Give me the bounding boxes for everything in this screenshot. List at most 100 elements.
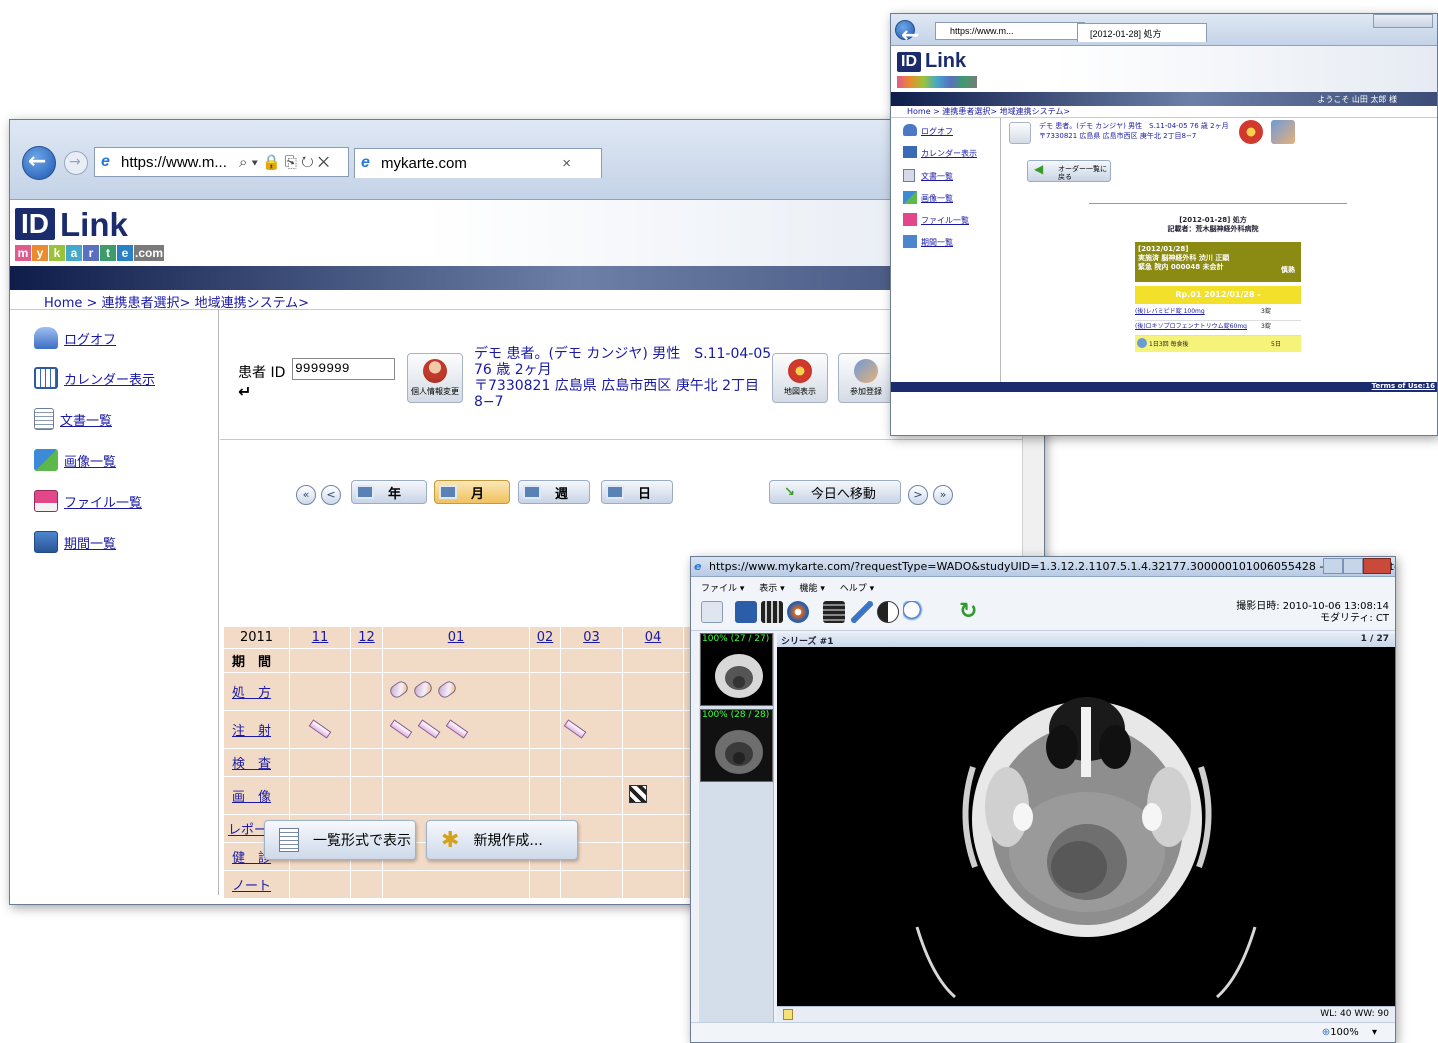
address-bar[interactable]: e https://www.m... ⌕ ▾ 🔒 ⎘ ↻ ✕: [94, 147, 349, 177]
calendar-icon: [606, 485, 624, 499]
injection-icon[interactable]: [445, 719, 469, 739]
calendar-icon: [34, 367, 58, 389]
sidebar-item-images[interactable]: 画像一覧: [921, 193, 953, 204]
month-link[interactable]: 01: [448, 630, 465, 645]
join-register-button[interactable]: 参加登録: [838, 353, 894, 403]
new-create-button[interactable]: ✱ 新規作成...: [426, 820, 578, 860]
window-controls[interactable]: [1373, 14, 1433, 28]
ct-thumbnail-image: [715, 730, 763, 774]
zoom-control[interactable]: ⊕100% ▾: [1322, 1027, 1377, 1038]
sidebar-item-period[interactable]: 期間一覧: [921, 237, 953, 248]
sidebar: ログオフ カレンダー表示 文書一覧 画像一覧 ファイル一覧 期間一覧: [10, 310, 219, 895]
patient-info[interactable]: デモ 患者。(デモ カンジヤ) 男性 S.11-04-05 76 歳 2ヶ月 〒…: [1039, 121, 1229, 141]
month-link[interactable]: 04: [645, 630, 662, 645]
injection-icon[interactable]: [417, 719, 441, 739]
usage-icon: [1137, 338, 1147, 348]
calendar-icon: [523, 485, 541, 499]
image-record-icon[interactable]: [629, 784, 647, 803]
refresh-icon[interactable]: ↻: [959, 601, 981, 623]
close-icon[interactable]: [1363, 558, 1391, 574]
view-day-button[interactable]: 日: [601, 480, 673, 504]
grid-icon[interactable]: [761, 601, 783, 623]
browser-tab[interactable]: e mykarte.com ×: [354, 148, 602, 178]
minimize-icon[interactable]: [1323, 558, 1344, 574]
prescription-icon[interactable]: [435, 679, 459, 700]
menu-file[interactable]: ファイル ▾: [701, 584, 744, 594]
pan-icon[interactable]: [787, 601, 809, 623]
series-thumbnail[interactable]: 100% (28 / 28): [700, 709, 773, 782]
address-tools-icon[interactable]: ⌕ ▾ 🔒 ⎘ ↻ ✕: [239, 154, 329, 171]
menu-help[interactable]: ヘルプ ▾: [840, 584, 874, 594]
next-page-icon[interactable]: >: [908, 485, 928, 505]
sidebar-item-documents[interactable]: 文書一覧: [34, 407, 112, 431]
address-bar[interactable]: https://www.m...: [935, 22, 1085, 40]
sidebar-item-period[interactable]: 期間一覧: [34, 530, 116, 554]
patient-id-input[interactable]: 9999999: [292, 358, 395, 380]
view-month-button[interactable]: 月: [434, 480, 510, 504]
menu-bar: ファイル ▾ 表示 ▾ 機能 ▾ ヘルプ ▾: [691, 577, 1395, 595]
floppy-icon: [903, 213, 917, 226]
forward-button[interactable]: [64, 151, 88, 175]
sidebar-item-logoff[interactable]: ログオフ: [34, 326, 116, 350]
sidebar-item-images[interactable]: 画像一覧: [34, 448, 116, 472]
breadcrumb[interactable]: Home > 連携患者選択> 地域連携システム>: [10, 290, 1044, 311]
view-year-button[interactable]: 年: [351, 480, 427, 504]
sidebar-item-files[interactable]: ファイル一覧: [921, 215, 969, 226]
change-personal-info-button[interactable]: [1009, 122, 1031, 144]
series-thumbnail[interactable]: 100% (27 / 27): [700, 633, 773, 706]
enter-icon[interactable]: ↵: [238, 382, 251, 401]
prescription-icon[interactable]: [411, 679, 435, 700]
note-icon[interactable]: [783, 1009, 793, 1020]
lock-icon: [903, 124, 917, 136]
back-button[interactable]: [22, 146, 56, 180]
browser-tab[interactable]: [2012-01-28] 処方: [1077, 23, 1207, 42]
sidebar-item-logoff[interactable]: ログオフ: [921, 126, 953, 137]
idlink-logo: ID: [15, 208, 55, 240]
injection-icon[interactable]: [308, 719, 332, 739]
back-button[interactable]: [895, 20, 919, 48]
back-to-orders-button[interactable]: ◀ オーダー一覧に戻る: [1027, 160, 1111, 182]
zoom-icon[interactable]: [903, 601, 925, 623]
injection-icon[interactable]: [389, 719, 413, 739]
toolbar: ↻ 撮影日時: 2010-10-06 13:08:14 モダリティ: CT: [691, 595, 1395, 631]
view-week-button[interactable]: 週: [518, 480, 590, 504]
go-today-button[interactable]: ↘ 今日へ移動: [769, 480, 901, 504]
measure-icon[interactable]: [851, 601, 873, 623]
sidebar-item-calendar[interactable]: カレンダー表示: [34, 366, 155, 390]
menu-function[interactable]: 機能 ▾: [800, 584, 825, 594]
first-page-icon[interactable]: «: [296, 485, 316, 505]
month-link[interactable]: 11: [312, 630, 329, 645]
sidebar-item-calendar[interactable]: カレンダー表示: [921, 148, 977, 159]
ct-image-viewport[interactable]: [777, 647, 1395, 1006]
cine-icon[interactable]: [823, 601, 845, 623]
export-icon[interactable]: [701, 601, 723, 623]
sidebar-item-files[interactable]: ファイル一覧: [34, 489, 142, 513]
series-bar: シリーズ #1 1 / 27: [777, 633, 1395, 647]
fit-screen-icon[interactable]: [735, 601, 757, 623]
window-level-icon[interactable]: [877, 601, 899, 623]
prev-page-icon[interactable]: <: [321, 485, 341, 505]
browser-status-bar: ⊕100% ▾: [691, 1022, 1395, 1042]
thumbnail-panel: 100% (27 / 27) 100% (28 / 28): [699, 633, 774, 1023]
ct-viewer-window: e https://www.mykarte.com/?requestType=W…: [690, 556, 1396, 1043]
join-register-button[interactable]: [1271, 120, 1295, 144]
list-icon: [279, 828, 299, 852]
menu-view[interactable]: 表示 ▾: [759, 584, 784, 594]
sidebar-item-documents[interactable]: 文書一覧: [921, 171, 953, 182]
list-view-button[interactable]: 一覧形式で表示: [264, 820, 416, 860]
last-page-icon[interactable]: »: [933, 485, 953, 505]
change-personal-info-button[interactable]: 個人情報変更: [407, 353, 463, 403]
injection-icon[interactable]: [563, 719, 587, 739]
maximize-icon[interactable]: [1343, 558, 1364, 574]
month-link[interactable]: 12: [358, 630, 375, 645]
patient-info[interactable]: デモ 患者。(デモ カンジヤ) 男性 S.11-04-05 76 歳 2ヶ月 〒…: [474, 346, 774, 410]
study-info: 撮影日時: 2010-10-06 13:08:14 モダリティ: CT: [1236, 601, 1389, 624]
patient-id-label: 患者 ID: [238, 365, 286, 381]
map-button[interactable]: [1239, 120, 1263, 144]
close-tab-icon[interactable]: ×: [562, 155, 571, 172]
prescription-icon[interactable]: [387, 679, 411, 700]
month-link[interactable]: 02: [537, 630, 554, 645]
breadcrumb[interactable]: Home > 連携患者選択> 地域連携システム>: [891, 106, 1437, 118]
map-button[interactable]: 地図表示: [772, 353, 828, 403]
month-link[interactable]: 03: [583, 630, 600, 645]
